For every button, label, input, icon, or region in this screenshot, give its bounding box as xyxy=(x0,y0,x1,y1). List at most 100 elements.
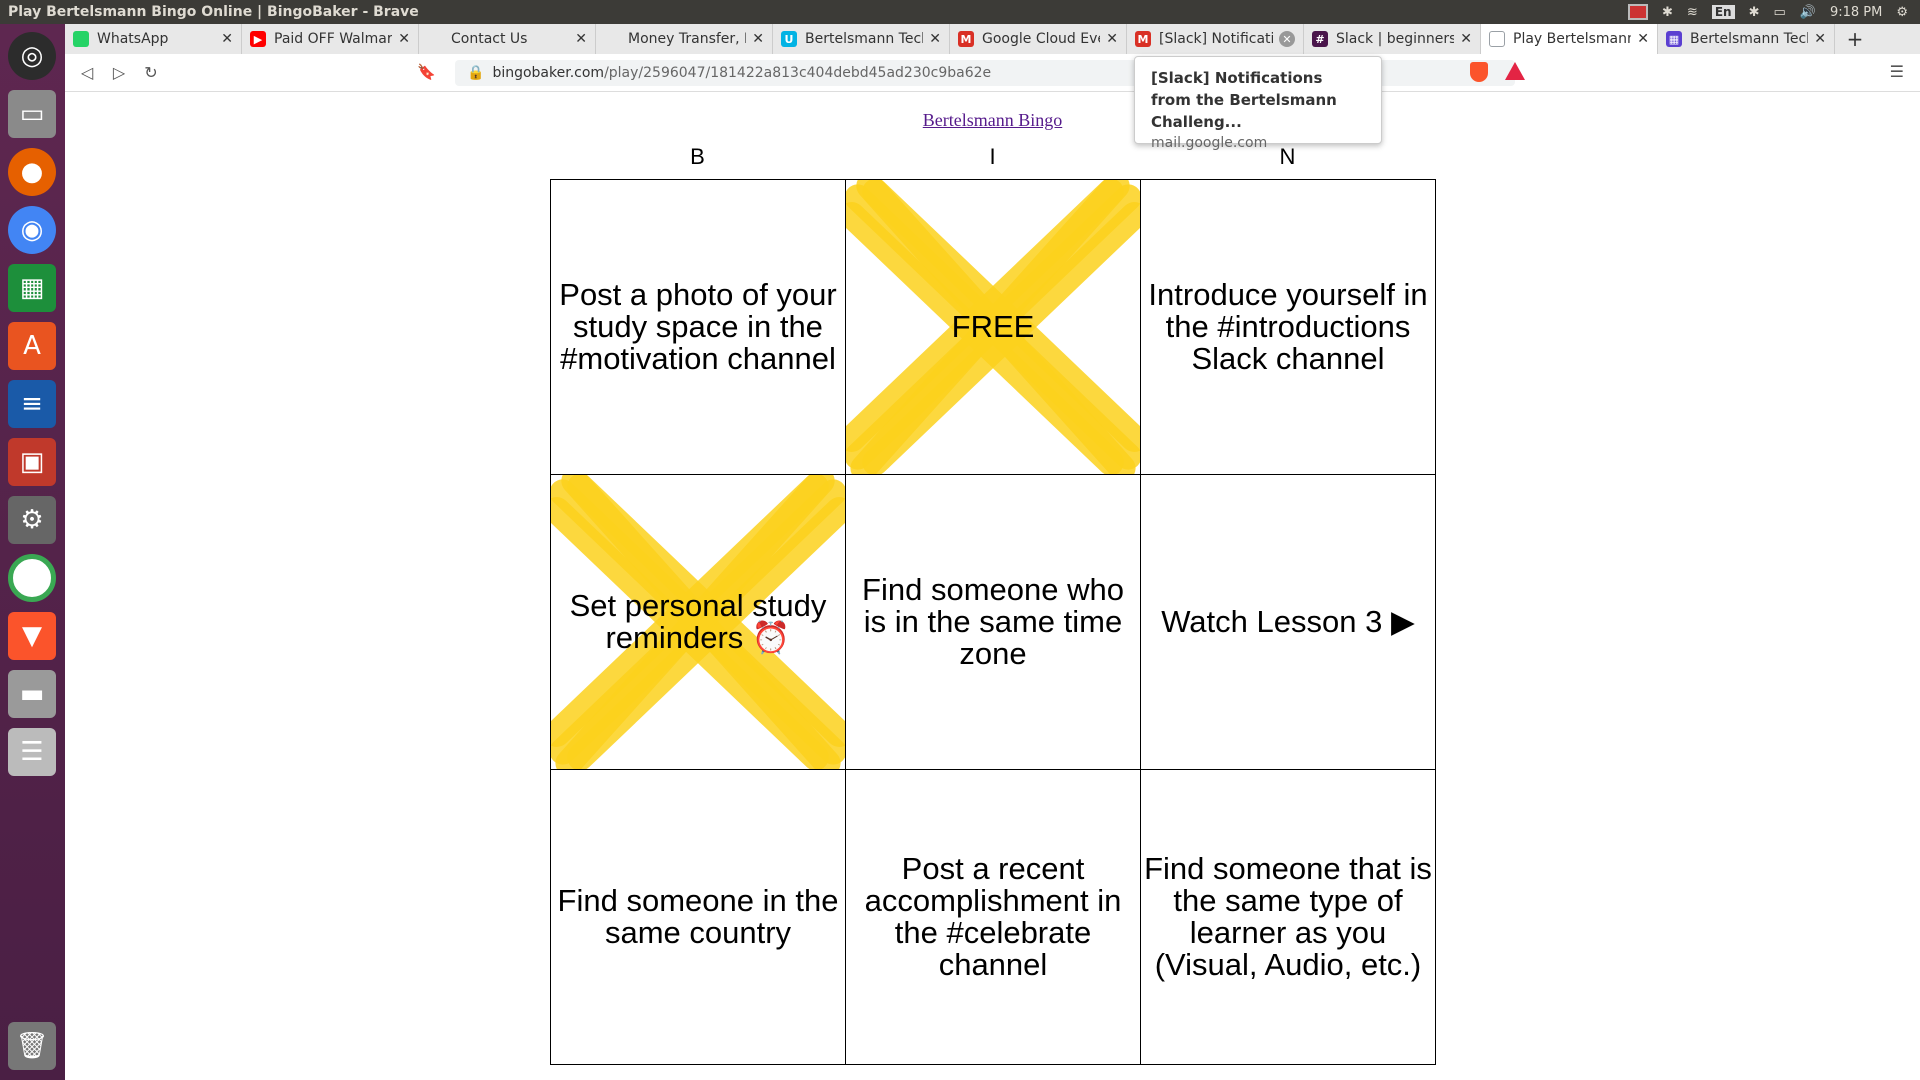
close-icon[interactable]: ✕ xyxy=(929,31,941,47)
writer-icon[interactable]: ≡ xyxy=(8,380,56,428)
close-icon[interactable]: ✕ xyxy=(1279,31,1295,47)
brave-rewards-icon[interactable] xyxy=(1505,62,1525,80)
close-icon[interactable]: ✕ xyxy=(752,31,764,47)
gmail-icon: M xyxy=(1135,31,1151,47)
bingo-title-link[interactable]: Bertelsmann Bingo xyxy=(923,110,1062,130)
tab[interactable]: U Bertelsmann Tech ✕ xyxy=(773,24,950,54)
firefox-icon[interactable]: ● xyxy=(8,148,56,196)
reload-icon[interactable]: ↻ xyxy=(135,63,167,82)
keyboard-layout-indicator[interactable]: En xyxy=(1711,5,1735,19)
tab-hover-tooltip: [Slack] Notifications from the Bertelsma… xyxy=(1134,56,1382,151)
new-tab-button[interactable]: + xyxy=(1835,24,1875,54)
bingo-cell[interactable]: Introduce yourself in the #introductions… xyxy=(1141,180,1435,475)
brave-shields-icon[interactable] xyxy=(1470,62,1488,82)
wifi-icon[interactable]: ≋ xyxy=(1687,5,1698,20)
gmail-icon: M xyxy=(958,31,974,47)
tab[interactable]: M Google Cloud Eve ✕ xyxy=(950,24,1127,54)
tab[interactable]: ▦ Bertelsmann Tech ✕ xyxy=(1658,24,1835,54)
url-path: /play/2596047/181422a813c404debd45ad230c… xyxy=(604,65,992,81)
tab-label: Slack | beginners xyxy=(1336,31,1455,47)
tab[interactable]: WhatsApp ✕ xyxy=(65,24,242,54)
close-icon[interactable]: ✕ xyxy=(1460,31,1472,47)
clock[interactable]: 9:18 PM xyxy=(1830,5,1882,20)
navigation-bar: ◁ ▷ ↻ 🔖 🔒 bingobaker.com /play/2596047/1… xyxy=(65,54,1920,92)
brave-icon[interactable]: ▼ xyxy=(8,612,56,660)
bookmark-icon[interactable]: 🔖 xyxy=(417,63,436,81)
tab[interactable]: M [Slack] Notificatio ✕ xyxy=(1127,24,1304,54)
tab[interactable]: Contact Us ✕ xyxy=(419,24,596,54)
close-icon[interactable]: ✕ xyxy=(1637,31,1649,47)
bingo-cell[interactable]: Find someone in the same country xyxy=(551,770,846,1064)
tab-label: Money Transfer, F xyxy=(628,31,747,47)
bluetooth-status-icon[interactable]: ✱ xyxy=(1749,5,1760,20)
tab[interactable]: # Slack | beginners ✕ xyxy=(1304,24,1481,54)
bingo-cell-marked[interactable]: FREE xyxy=(846,180,1141,475)
close-icon[interactable]: ✕ xyxy=(575,31,587,47)
cell-text: Find someone that is the same type of le… xyxy=(1144,851,1432,982)
calendar-icon: ▦ xyxy=(1666,31,1682,47)
whatsapp-icon xyxy=(73,31,89,47)
trash-icon[interactable]: 🗑 xyxy=(8,1022,56,1070)
screen-recorder-icon[interactable] xyxy=(1628,4,1648,20)
bluetooth-icon[interactable]: ✱ xyxy=(1662,5,1673,20)
bingo-cell-marked[interactable]: Set personal study reminders ⏰ xyxy=(551,475,846,770)
tooltip-title: [Slack] Notifications from the Bertelsma… xyxy=(1151,69,1337,131)
blank-page-icon xyxy=(427,31,443,47)
close-icon[interactable]: ✕ xyxy=(221,31,233,47)
settings-gear-icon[interactable]: ⚙ xyxy=(1896,5,1908,20)
window-title: Play Bertelsmann Bingo Online | BingoBak… xyxy=(8,4,419,20)
system-tray: ✱ ≋ En ✱ ▭ 🔊 9:18 PM ⚙ xyxy=(1628,4,1920,20)
tab-label: [Slack] Notificatio xyxy=(1159,31,1273,47)
web-page: Bertelsmann Bingo B I N Post a photo of … xyxy=(65,92,1920,1080)
cell-text: FREE xyxy=(951,309,1035,344)
tab-active[interactable]: Play Bertelsmann ✕ xyxy=(1481,24,1658,54)
cell-text: Find someone in the same country xyxy=(557,883,839,950)
forward-icon[interactable]: ▷ xyxy=(103,63,135,82)
close-icon[interactable]: ✕ xyxy=(1814,31,1826,47)
close-icon[interactable]: ✕ xyxy=(398,31,410,47)
timeshift-icon[interactable] xyxy=(8,554,56,602)
udacity-icon: U xyxy=(781,31,797,47)
bingo-cell[interactable]: Post a photo of your study space in the … xyxy=(551,180,846,475)
url-host: bingobaker.com xyxy=(492,65,605,81)
spreadsheet-icon[interactable]: ▦ xyxy=(8,264,56,312)
tab-label: Paid OFF Walmart xyxy=(274,31,393,47)
bingo-cell[interactable]: Post a recent accomplishment in the #cel… xyxy=(846,770,1141,1064)
bingo-cell[interactable]: Find someone that is the same type of le… xyxy=(1141,770,1435,1064)
tab-label: Play Bertelsmann xyxy=(1513,31,1632,47)
disk-drive-icon[interactable]: ▬ xyxy=(8,670,56,718)
tab[interactable]: Money Transfer, F ✕ xyxy=(596,24,773,54)
close-icon[interactable]: ✕ xyxy=(1106,31,1118,47)
tab-label: WhatsApp xyxy=(97,31,169,47)
ubuntu-dash-icon[interactable]: ◎ xyxy=(8,32,56,80)
menu-icon[interactable]: ☰ xyxy=(1890,62,1904,81)
blank-page-icon xyxy=(604,31,620,47)
bingo-cell[interactable]: Watch Lesson 3 ▶ xyxy=(1141,475,1435,770)
tab-label: Bertelsmann Tech xyxy=(1690,31,1809,47)
battery-icon[interactable]: ▭ xyxy=(1773,5,1785,20)
volume-icon[interactable]: 🔊 xyxy=(1800,5,1816,20)
server-drive-icon[interactable]: ☰ xyxy=(8,728,56,776)
page-title: Bertelsmann Bingo xyxy=(65,110,1920,131)
cell-text: Post a photo of your study space in the … xyxy=(559,277,837,376)
impress-icon[interactable]: ▣ xyxy=(8,438,56,486)
system-settings-icon[interactable]: ⚙ xyxy=(8,496,56,544)
files-icon[interactable]: ▭ xyxy=(8,90,56,138)
lock-icon[interactable]: 🔒 xyxy=(467,65,484,81)
youtube-icon: ▶ xyxy=(250,31,266,47)
bingo-cell[interactable]: Find someone who is in the same time zon… xyxy=(846,475,1141,770)
column-header-b: B xyxy=(690,144,705,169)
back-icon[interactable]: ◁ xyxy=(71,63,103,82)
tooltip-host: mail.google.com xyxy=(1151,135,1268,151)
tab-label: Google Cloud Eve xyxy=(982,31,1101,47)
software-center-icon[interactable]: A xyxy=(8,322,56,370)
tab[interactable]: ▶ Paid OFF Walmart ✕ xyxy=(242,24,419,54)
cell-text: Set personal study reminders ⏰ xyxy=(569,588,827,655)
tab-label: Contact Us xyxy=(451,31,528,47)
bingo-grid: Post a photo of your study space in the … xyxy=(550,179,1436,1065)
cell-text: Find someone who is in the same time zon… xyxy=(862,572,1124,671)
tab-strip: WhatsApp ✕ ▶ Paid OFF Walmart ✕ Contact … xyxy=(65,24,1920,54)
chrome-icon[interactable]: ◉ xyxy=(8,206,56,254)
cell-text: Watch Lesson 3 ▶ xyxy=(1161,604,1415,639)
cell-text: Post a recent accomplishment in the #cel… xyxy=(864,851,1122,982)
